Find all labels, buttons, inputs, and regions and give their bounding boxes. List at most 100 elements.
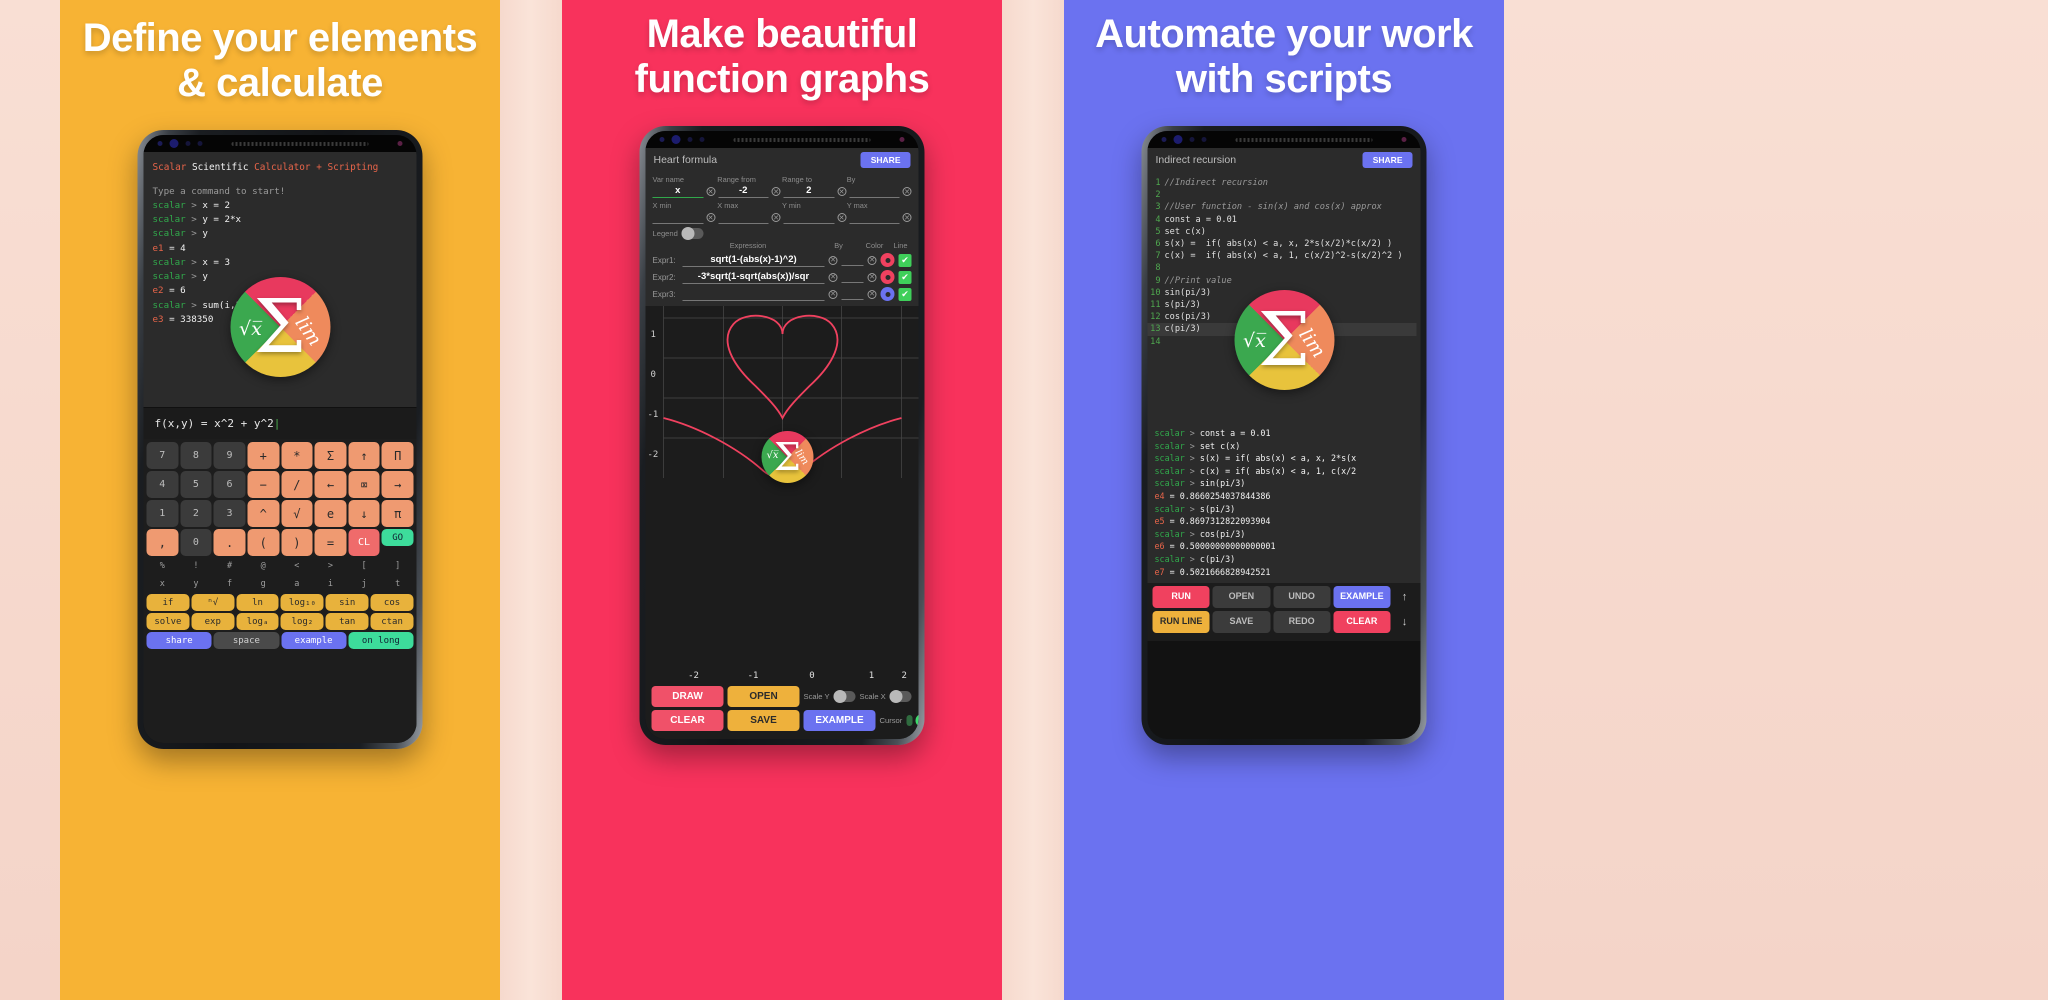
range-input-1[interactable]: -2	[718, 185, 769, 198]
key-][interactable]: ]	[382, 558, 414, 574]
by-input[interactable]	[841, 271, 864, 283]
save-button[interactable]: SAVE	[1212, 611, 1270, 634]
legend-toggle[interactable]	[681, 227, 704, 240]
expression-input[interactable]: -3*sqrt(1-sqrt(abs(x))/sqr	[682, 271, 825, 284]
share-button[interactable]: SHARE	[1362, 152, 1413, 168]
by-input[interactable]	[841, 254, 864, 266]
script-editor[interactable]: 1//Indirect recursion 2 3//User function -…	[1147, 172, 1421, 422]
example-button[interactable]: EXAMPLE	[1333, 586, 1391, 609]
clear-icon[interactable]: ✕	[706, 213, 715, 222]
draw-button[interactable]: DRAW	[651, 686, 724, 707]
key-=[interactable]: =	[314, 529, 347, 556]
line-checkbox[interactable]: ✔	[898, 270, 912, 284]
range-input-2[interactable]: 2	[783, 185, 834, 198]
range-input-3[interactable]	[849, 185, 900, 198]
save-button[interactable]: SAVE	[727, 710, 800, 731]
key-4[interactable]: 4	[146, 471, 179, 498]
key-2[interactable]: 2	[180, 500, 212, 527]
clear-icon[interactable]: ✕	[828, 272, 838, 282]
key-9[interactable]: 9	[213, 442, 246, 469]
key-Σ[interactable]: Σ	[314, 442, 347, 469]
axis-input-0[interactable]	[652, 211, 703, 224]
line-checkbox[interactable]: ✔	[898, 287, 912, 301]
line-checkbox[interactable]: ✔	[898, 253, 912, 267]
clear-icon[interactable]: ✕	[837, 213, 846, 222]
key-if[interactable]: if	[146, 594, 190, 611]
key-↓[interactable]: ↓	[348, 500, 380, 527]
key-←[interactable]: ←	[314, 471, 347, 498]
key-⌧[interactable]: ⌧	[348, 471, 380, 498]
key-sin[interactable]: sin	[325, 594, 369, 611]
key-0[interactable]: 0	[180, 529, 212, 556]
key-Π[interactable]: Π	[381, 442, 414, 469]
phone1-keypad[interactable]: 7 8 9 + * Σ ↑ Π 4 5 6− / ← ⌧ → 1 2 3 ^ √ e ↓ π, 0.() = CL GO %! # @ <…	[143, 439, 417, 743]
key-3[interactable]: 3	[213, 500, 246, 527]
key-example[interactable]: example	[281, 632, 347, 649]
axis-input-3[interactable]	[849, 211, 900, 224]
key-log₁₀[interactable]: log₁₀	[280, 594, 324, 611]
clear-icon[interactable]: ✕	[706, 187, 715, 196]
key-7[interactable]: 7	[146, 442, 179, 469]
scroll-down-button[interactable]: ↓	[1394, 611, 1416, 633]
key-log₂[interactable]: log₂	[280, 613, 324, 630]
key-ctan[interactable]: ctan	[370, 613, 414, 630]
key->[interactable]: >	[315, 558, 347, 574]
key-x[interactable]: x	[147, 576, 179, 592]
key-1[interactable]: 1	[146, 500, 179, 527]
key-#[interactable]: #	[214, 558, 246, 574]
axis-input-1[interactable]	[718, 211, 769, 224]
key-[[interactable]: [	[348, 558, 380, 574]
key-solve[interactable]: solve	[146, 613, 190, 630]
key-ⁿ√[interactable]: ⁿ√	[191, 594, 235, 611]
key-f[interactable]: f	[214, 576, 246, 592]
color-swatch[interactable]	[880, 287, 895, 301]
phone1-terminal[interactable]: Scalar Scientific Calculator + Scripting…	[143, 152, 417, 407]
key-√[interactable]: √	[281, 500, 313, 527]
open-button[interactable]: OPEN	[727, 686, 800, 707]
key-<[interactable]: <	[281, 558, 313, 574]
key-![interactable]: !	[180, 558, 212, 574]
key-e[interactable]: e	[314, 500, 347, 527]
scale-x-toggle[interactable]	[889, 690, 912, 703]
key-([interactable]: (	[247, 529, 279, 556]
clear-button[interactable]: CLEAR	[1333, 611, 1391, 634]
share-button[interactable]: SHARE	[860, 152, 911, 168]
key-GO[interactable]: GO	[381, 529, 414, 546]
key-%[interactable]: %	[147, 558, 179, 574]
key-5[interactable]: 5	[180, 471, 212, 498]
expression-input[interactable]	[682, 288, 825, 301]
key-π[interactable]: π	[381, 500, 414, 527]
key-logₐ[interactable]: logₐ	[236, 613, 279, 630]
range-input-0[interactable]: x	[652, 185, 703, 198]
key-share[interactable]: share	[146, 632, 212, 649]
open-button[interactable]: OPEN	[1212, 586, 1270, 609]
key-−[interactable]: −	[247, 471, 279, 498]
undo-button[interactable]: UNDO	[1273, 586, 1331, 609]
expression-input[interactable]: sqrt(1-(abs(x)-1)^2)	[682, 254, 825, 267]
color-swatch[interactable]	[880, 253, 895, 267]
clear-icon[interactable]: ✕	[771, 213, 781, 222]
clear-icon[interactable]: ✕	[828, 255, 838, 265]
clear-icon[interactable]: ✕	[902, 187, 912, 196]
key-a[interactable]: a	[281, 576, 313, 592]
scroll-up-button[interactable]: ↑	[1394, 586, 1416, 608]
key-i[interactable]: i	[315, 576, 347, 592]
key-tan[interactable]: tan	[325, 613, 369, 630]
clear-icon[interactable]: ✕	[867, 272, 877, 282]
clear-icon[interactable]: ✕	[828, 289, 838, 299]
key-.[interactable]: .	[213, 529, 246, 556]
key-space[interactable]: space	[213, 632, 279, 649]
clear-icon[interactable]: ✕	[867, 289, 877, 299]
key-↑[interactable]: ↑	[348, 442, 380, 469]
key-cos[interactable]: cos	[370, 594, 414, 611]
key-^[interactable]: ^	[247, 500, 279, 527]
key-)[interactable]: )	[281, 529, 313, 556]
key-exp[interactable]: exp	[191, 613, 235, 630]
key-y[interactable]: y	[180, 576, 212, 592]
key-@[interactable]: @	[247, 558, 279, 574]
axis-input-2[interactable]	[783, 211, 834, 224]
color-swatch[interactable]	[880, 270, 895, 284]
clear-icon[interactable]: ✕	[771, 187, 781, 196]
command-input-field[interactable]: f(x,y) = x^2 + y^2|	[143, 407, 417, 439]
key-+[interactable]: +	[247, 442, 279, 469]
